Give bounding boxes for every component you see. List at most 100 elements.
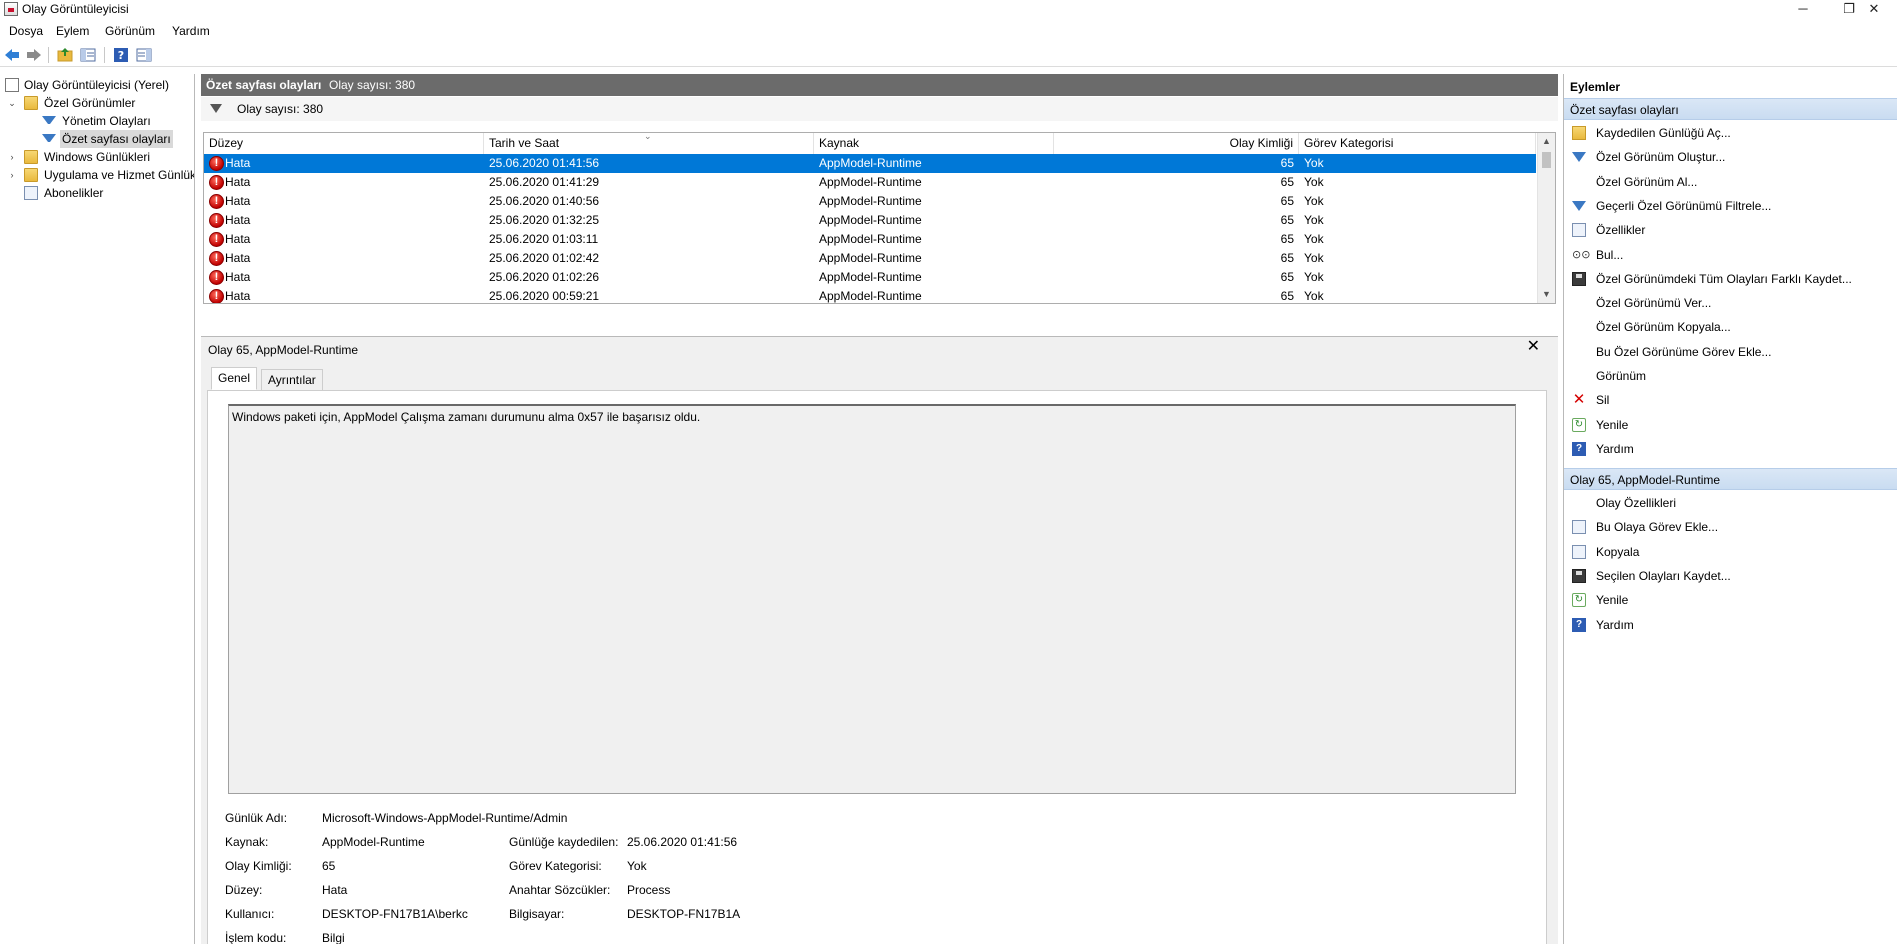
- cell-date: 25.06.2020 01:41:56: [489, 156, 600, 170]
- action-item[interactable]: Görünüm: [1564, 365, 1897, 387]
- action-item[interactable]: ? Yardım: [1564, 438, 1897, 460]
- folder-up-icon[interactable]: [56, 46, 74, 64]
- view-header: Özet sayfası olayları Olay sayısı: 380: [201, 74, 1558, 96]
- action-label: Yenile: [1596, 593, 1629, 608]
- column-header-event-id[interactable]: Olay Kimliği: [1054, 133, 1299, 154]
- cell-level: Hata: [225, 289, 251, 303]
- menu-view[interactable]: Görünüm: [105, 24, 155, 38]
- open-log-icon: [1572, 126, 1586, 140]
- cell-task-category: Yok: [1304, 289, 1324, 303]
- action-label: Yardım: [1596, 441, 1634, 456]
- chevron-down-icon[interactable]: ⌄: [6, 94, 18, 112]
- cell-level: Hata: [225, 194, 251, 208]
- level-label: Düzey:: [225, 883, 263, 897]
- action-item[interactable]: Özel Görünüm Kopyala...: [1564, 316, 1897, 338]
- table-row[interactable]: ! Hata 25.06.2020 00:59:21 AppModel-Runtime…: [204, 287, 1536, 303]
- action-item[interactable]: ↻ Yenile: [1564, 414, 1897, 436]
- menu-file[interactable]: Dosya: [9, 24, 43, 38]
- action-item[interactable]: Özel Görünüm Al...: [1564, 171, 1897, 193]
- action-item[interactable]: ? Yardım: [1564, 614, 1897, 636]
- table-scrollbar[interactable]: ▲ ▼: [1537, 133, 1555, 303]
- detail-title: Olay 65, AppModel-Runtime: [208, 343, 359, 357]
- delete-icon: ✕: [1572, 391, 1586, 409]
- scroll-up-icon[interactable]: ▲: [1538, 133, 1555, 150]
- action-item[interactable]: ↻ Yenile: [1564, 589, 1897, 611]
- show-hide-tree-icon[interactable]: [79, 46, 97, 64]
- computer-label: Bilgisayar:: [509, 907, 565, 921]
- action-item[interactable]: Bu Olaya Görev Ekle...: [1564, 516, 1897, 538]
- action-label: Kaydedilen Günlüğü Aç...: [1596, 126, 1731, 140]
- tree-item-admin-events[interactable]: Yönetim Olayları: [0, 112, 194, 130]
- action-item[interactable]: Özellikler: [1564, 219, 1897, 241]
- column-header-task-category[interactable]: Görev Kategorisi: [1299, 133, 1536, 154]
- scroll-thumb[interactable]: [1542, 152, 1551, 168]
- chevron-right-icon[interactable]: ›: [6, 148, 18, 166]
- action-label: Özel Görünüm Kopyala...: [1596, 320, 1731, 335]
- event-id-value: 65: [322, 859, 336, 873]
- action-label: Özel Görünümdeki Tüm Olayları Farklı Kay…: [1596, 271, 1852, 286]
- tree-item-windows-logs[interactable]: › Windows Günlükleri: [0, 148, 194, 166]
- scroll-down-icon[interactable]: ▼: [1538, 286, 1555, 303]
- task-category-label: Görev Kategorisi:: [509, 859, 602, 873]
- error-icon: !: [209, 156, 224, 171]
- action-label: Bul...: [1596, 247, 1624, 262]
- close-button[interactable]: ✕: [1851, 0, 1897, 19]
- tree-item-app-service-logs[interactable]: › Uygulama ve Hizmet Günlük: [0, 166, 194, 184]
- action-item[interactable]: ✕ Sil: [1564, 389, 1897, 411]
- actions-section-event[interactable]: Olay 65, AppModel-Runtime: [1564, 468, 1897, 490]
- tree-item-subscriptions[interactable]: Abonelikler: [0, 184, 194, 202]
- logged-value: 25.06.2020 01:41:56: [627, 835, 738, 849]
- folder-icon: [24, 150, 38, 164]
- chevron-right-icon[interactable]: ›: [6, 166, 18, 184]
- help-icon[interactable]: ?: [112, 46, 130, 64]
- table-row[interactable]: ! Hata 25.06.2020 01:41:29 AppModel-Runtime…: [204, 173, 1536, 192]
- cell-source: AppModel-Runtime: [819, 232, 922, 246]
- show-hide-action-pane-icon[interactable]: [135, 46, 153, 64]
- action-item[interactable]: Özel Görünümü Ver...: [1564, 292, 1897, 314]
- menu-help[interactable]: Yardım: [172, 24, 210, 38]
- action-item[interactable]: Kaydedilen Günlüğü Aç...: [1564, 122, 1897, 144]
- user-value: DESKTOP-FN17B1A\berkc: [322, 907, 468, 921]
- action-item[interactable]: ⊙⊙ Bul...: [1564, 244, 1897, 266]
- event-description-box[interactable]: Windows paketi için, AppModel Çalışma za…: [228, 404, 1516, 794]
- action-label: Özel Görünüm Al...: [1596, 174, 1698, 189]
- column-header-level[interactable]: Düzey: [204, 133, 484, 154]
- actions-section-summary[interactable]: Özet sayfası olayları: [1564, 98, 1897, 120]
- cell-level: Hata: [225, 232, 251, 246]
- cell-source: AppModel-Runtime: [819, 270, 922, 284]
- tab-general[interactable]: Genel: [211, 367, 258, 390]
- action-item[interactable]: Geçerli Özel Görünümü Filtrele...: [1564, 195, 1897, 217]
- tree-item-summary-events[interactable]: Özet sayfası olayları: [0, 130, 194, 148]
- table-row[interactable]: ! Hata 25.06.2020 01:02:42 AppModel-Runtime…: [204, 249, 1536, 268]
- column-header-source[interactable]: Kaynak: [814, 133, 1054, 154]
- table-row[interactable]: ! Hata 25.06.2020 01:02:26 AppModel-Runtime…: [204, 268, 1536, 287]
- action-item[interactable]: Bu Özel Görünüme Görev Ekle...: [1564, 341, 1897, 363]
- table-row[interactable]: ! Hata 25.06.2020 01:32:25 AppModel-Runtime…: [204, 211, 1536, 230]
- action-label: Özellikler: [1596, 223, 1646, 238]
- cell-source: AppModel-Runtime: [819, 213, 922, 227]
- tab-details[interactable]: Ayrıntılar: [261, 369, 323, 391]
- folder-icon: [24, 168, 38, 182]
- close-icon[interactable]: ✕: [1527, 339, 1540, 355]
- forward-icon[interactable]: [25, 46, 43, 64]
- action-item[interactable]: Seçilen Olayları Kaydet...: [1564, 565, 1897, 587]
- table-row[interactable]: ! Hata 25.06.2020 01:40:56 AppModel-Runtime…: [204, 192, 1536, 211]
- save-icon: [1572, 271, 1586, 286]
- tree-item-custom-views[interactable]: ⌄ Özel Görünümler: [0, 94, 194, 112]
- menu-bar: Dosya Eylem Görünüm Yardım: [0, 21, 1897, 41]
- table-row[interactable]: ! Hata 25.06.2020 01:41:56 AppModel-Runtime…: [204, 154, 1536, 173]
- actions-pane: Eylemler Özet sayfası olayları Kaydedile…: [1563, 74, 1897, 944]
- action-item[interactable]: Olay Özellikleri: [1564, 492, 1897, 514]
- center-pane: Özet sayfası olayları Olay sayısı: 380 O…: [201, 74, 1558, 944]
- cell-date: 25.06.2020 00:59:21: [489, 289, 600, 303]
- action-item[interactable]: Özel Görünüm Oluştur...: [1564, 146, 1897, 168]
- action-item[interactable]: Kopyala: [1564, 541, 1897, 563]
- cell-task-category: Yok: [1304, 270, 1324, 284]
- minimize-button[interactable]: ─: [1780, 0, 1826, 19]
- menu-action[interactable]: Eylem: [56, 24, 89, 38]
- action-label: Görünüm: [1596, 369, 1647, 383]
- back-icon[interactable]: [3, 46, 21, 64]
- table-row[interactable]: ! Hata 25.06.2020 01:03:11 AppModel-Runtime…: [204, 230, 1536, 249]
- action-item[interactable]: Özel Görünümdeki Tüm Olayları Farklı Kay…: [1564, 268, 1897, 290]
- tree-item-root[interactable]: Olay Görüntüleyicisi (Yerel): [0, 76, 194, 94]
